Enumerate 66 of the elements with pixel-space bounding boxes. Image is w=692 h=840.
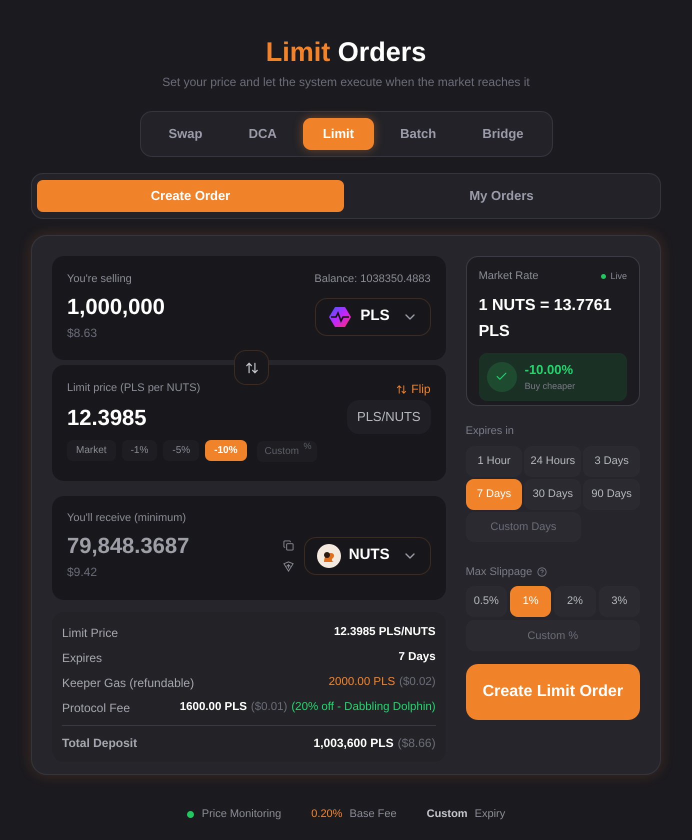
price-preset-button[interactable]: Market xyxy=(67,440,116,460)
receive-amount: 79,848.3687 xyxy=(67,532,190,560)
expiry-option[interactable]: 1 Hour xyxy=(466,446,522,476)
summary-value: ($0.01) xyxy=(250,701,288,713)
token-logo-icon xyxy=(328,304,352,328)
page-title: Limit Orders xyxy=(266,36,426,69)
swap-arrows-icon xyxy=(244,360,258,374)
summary-label: Limit Price xyxy=(62,625,118,642)
slippage-option[interactable]: 3% xyxy=(598,586,640,617)
market-rate-label: Market Rate xyxy=(478,269,539,284)
nav-tab[interactable]: Batch xyxy=(380,118,456,150)
max-slippage-label: Max Slippage xyxy=(466,564,532,580)
summary-label: Keeper Gas (refundable) xyxy=(62,675,194,692)
total-value: 1,003,600 PLS xyxy=(314,736,394,750)
help-icon[interactable] xyxy=(537,566,548,577)
token-logo-icon xyxy=(316,544,341,568)
limit-price-value: 12.3985 xyxy=(67,404,147,432)
nav-tab[interactable]: Bridge xyxy=(462,118,544,150)
price-preset-button[interactable]: -1% xyxy=(122,440,158,460)
footer-text: Price Monitoring xyxy=(202,807,282,822)
sell-label: You're selling xyxy=(67,272,132,287)
summary-value: 2000.00 PLS xyxy=(328,676,396,688)
live-indicator: Live xyxy=(601,270,627,283)
total-label: Total Deposit xyxy=(62,735,138,752)
expiry-option[interactable]: 90 Days xyxy=(583,478,640,510)
summary-value: (20% off - Dabbling Dolphin) xyxy=(291,701,436,713)
limit-price-label: Limit price (PLS per NUTS) xyxy=(67,381,200,396)
summary-label: Expires xyxy=(62,650,102,667)
receive-usd-value: $9.42 xyxy=(67,564,98,580)
summary-value: 12.3985 PLS/NUTS xyxy=(334,626,436,638)
pair-label: PLS/NUTS xyxy=(347,400,431,434)
nav-tab[interactable]: DCA xyxy=(228,118,297,150)
price-preset-button[interactable]: -5% xyxy=(163,440,200,460)
expiry-option[interactable]: 24 Hours xyxy=(524,446,582,476)
receive-label: You'll receive (minimum) xyxy=(67,511,188,526)
swap-direction-button[interactable] xyxy=(234,350,269,385)
expires-label: Expires in xyxy=(466,424,515,439)
total-value: ($8.66) xyxy=(398,736,436,750)
token-selector[interactable]: PLS xyxy=(315,298,431,336)
footer-text: 0.20% Base Fee xyxy=(311,807,397,822)
price-change-note: Buy cheaper xyxy=(524,380,576,393)
slippage-option[interactable]: 0.5% xyxy=(466,586,507,617)
summary-value: 7 Days xyxy=(398,651,436,663)
summary-value: 1600.00 PLS xyxy=(180,701,247,713)
nav-tab[interactable]: Swap xyxy=(148,118,222,150)
flip-arrows-icon xyxy=(396,384,408,394)
upload-icon[interactable] xyxy=(282,560,294,572)
expiry-option[interactable]: 3 Days xyxy=(583,446,640,476)
custom-slippage-field[interactable]: Custom % xyxy=(466,620,640,651)
footer-text: Custom Expiry xyxy=(426,807,506,822)
market-rate-value: 1 NUTS = 13.7761 PLS xyxy=(478,296,613,342)
custom-days-field[interactable]: Custom Days xyxy=(466,512,582,542)
sell-usd-value: $8.63 xyxy=(67,324,98,342)
order-tab[interactable]: My Orders xyxy=(348,180,655,212)
copy-icon[interactable] xyxy=(282,540,294,550)
summary-label: Protocol Fee xyxy=(62,700,130,717)
summary-value: ($0.02) xyxy=(399,676,436,688)
token-selector[interactable]: NUTS xyxy=(304,536,431,574)
page-subtitle: Set your price and let the system execute when the market reaches it xyxy=(162,74,530,91)
flip-button[interactable]: Flip xyxy=(396,380,431,398)
sell-amount: 1,000,000 xyxy=(67,292,165,320)
balance-text: Balance: 1038350.4883 xyxy=(314,272,431,287)
price-change-value: -10.00% xyxy=(524,361,574,379)
expiry-option[interactable]: 30 Days xyxy=(524,478,582,510)
percent-suffix: % xyxy=(304,440,312,453)
slippage-option[interactable]: 2% xyxy=(554,586,596,617)
